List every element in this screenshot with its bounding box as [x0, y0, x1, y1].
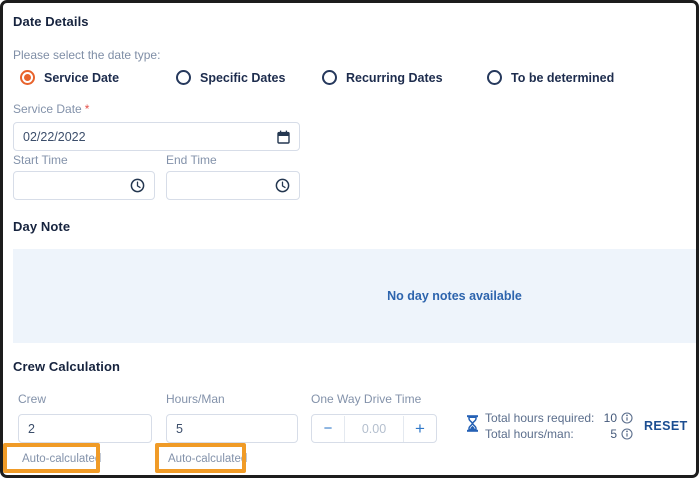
clock-icon[interactable]	[275, 178, 299, 193]
total-hours-man-label: Total hours/man:	[485, 426, 574, 441]
radio-unselected-icon	[176, 70, 191, 85]
day-note-empty-message: No day notes available	[387, 289, 522, 303]
service-date-input[interactable]	[14, 129, 277, 144]
radio-specific-dates[interactable]: Specific Dates	[176, 70, 322, 85]
crew-field: Crew Auto-calculated	[18, 392, 152, 465]
end-time-label: End Time	[166, 153, 217, 167]
totals-summary: Total hours required: 10 Total hours/man…	[466, 410, 633, 442]
total-hours-required-value: 10	[603, 410, 617, 425]
hours-man-field: Hours/Man Auto-calculated	[166, 392, 298, 465]
date-details-form: Date Details Please select the date type…	[0, 0, 699, 478]
end-time-input[interactable]	[167, 178, 275, 193]
end-time-field: End Time	[166, 153, 300, 200]
totals-rows: Total hours required: 10 Total hours/man…	[485, 410, 633, 442]
drive-time-stepper: − +	[311, 414, 437, 443]
date-type-hint: Please select the date type:	[13, 48, 161, 62]
crew-auto-calculated-note: Auto-calculated	[22, 453, 102, 465]
radio-unselected-icon	[322, 70, 337, 85]
start-time-input[interactable]	[14, 178, 130, 193]
date-type-radio-group: Service Date Specific Dates Recurring Da…	[20, 70, 614, 85]
hourglass-icon	[466, 415, 479, 442]
crew-calculation-title: Crew Calculation	[13, 359, 121, 374]
radio-selected-icon	[20, 70, 35, 85]
decrement-button[interactable]: −	[312, 415, 345, 442]
radio-label: Service Date	[44, 70, 120, 85]
time-fields-row: Start Time End Time	[13, 153, 300, 200]
clock-icon[interactable]	[130, 178, 154, 193]
radio-label: Recurring Dates	[346, 70, 443, 85]
info-icon[interactable]	[621, 411, 633, 424]
crew-label: Crew	[18, 392, 47, 406]
reset-button[interactable]: RESET	[644, 419, 688, 433]
total-hours-man-value: 5	[610, 426, 617, 441]
hours-man-label: Hours/Man	[166, 392, 225, 406]
total-hours-required-row: Total hours required: 10	[485, 410, 633, 425]
radio-label: Specific Dates	[200, 70, 286, 85]
info-icon[interactable]	[621, 427, 633, 440]
crew-input[interactable]	[19, 421, 151, 436]
drive-time-label: One Way Drive Time	[311, 392, 422, 406]
radio-unselected-icon	[487, 70, 502, 85]
day-note-panel: No day notes available	[13, 249, 696, 343]
radio-label: To be determined	[511, 70, 615, 85]
date-details-title: Date Details	[13, 14, 89, 29]
increment-button[interactable]: +	[403, 415, 436, 442]
start-time-label: Start Time	[13, 153, 68, 167]
required-asterisk: *	[84, 102, 90, 116]
service-date-field: Service Date *	[13, 100, 300, 151]
hours-man-input[interactable]	[167, 421, 297, 436]
calendar-icon[interactable]	[277, 130, 299, 144]
radio-recurring-dates[interactable]: Recurring Dates	[322, 70, 487, 85]
radio-service-date[interactable]: Service Date	[20, 70, 176, 85]
total-hours-required-label: Total hours required:	[485, 410, 595, 425]
radio-to-be-determined[interactable]: To be determined	[487, 70, 614, 85]
crew-calculation-row: Crew Auto-calculated Hours/Man Auto-calc…	[18, 392, 633, 465]
drive-time-input[interactable]	[345, 420, 403, 437]
drive-time-field: One Way Drive Time − +	[311, 392, 437, 443]
start-time-field: Start Time	[13, 153, 155, 200]
day-note-title: Day Note	[13, 219, 71, 234]
total-hours-man-row: Total hours/man: 5	[485, 426, 633, 441]
service-date-label: Service Date	[13, 102, 82, 116]
hours-man-auto-calculated-note: Auto-calculated	[168, 453, 248, 465]
